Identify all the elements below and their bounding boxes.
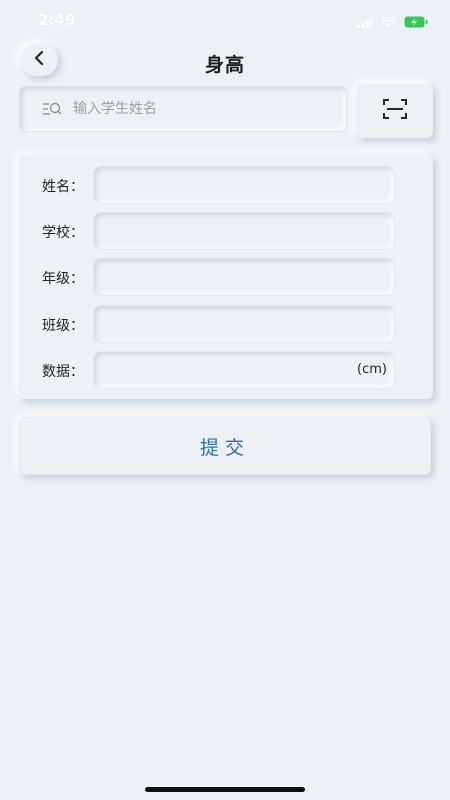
name-label: 姓名：	[42, 179, 84, 195]
grade-label: 年级：	[42, 271, 84, 287]
name-field[interactable]	[93, 166, 395, 204]
status-bar: 2:49	[0, 0, 450, 40]
grade-field[interactable]	[93, 258, 395, 296]
class-field[interactable]	[93, 305, 395, 343]
form-row-name: 姓名：	[19, 166, 433, 204]
home-indicator	[145, 787, 305, 792]
school-field[interactable]	[93, 212, 395, 250]
status-icons	[357, 13, 428, 32]
search-box[interactable]	[19, 86, 347, 132]
height-data-field[interactable]	[93, 351, 395, 389]
scan-button[interactable]	[357, 84, 433, 138]
wifi-icon	[380, 13, 397, 32]
form-row-class: 班级：	[19, 305, 433, 343]
unit-label: (cm)	[357, 362, 387, 377]
page-title: 身高	[204, 54, 245, 76]
data-label: 数据：	[42, 364, 84, 380]
submit-button[interactable]: 提交	[19, 417, 431, 475]
search-input[interactable]	[71, 100, 315, 118]
form-row-grade: 年级：	[19, 258, 433, 296]
status-time: 2:49	[38, 11, 76, 29]
form-row-data: 数据： (cm)	[19, 351, 433, 389]
search-list-icon	[42, 101, 62, 117]
battery-icon	[404, 13, 428, 32]
form-row-school: 学校：	[19, 212, 433, 250]
student-form: 姓名： 学校： 年级： 班级： 数据： (cm)	[19, 155, 433, 399]
school-label: 学校：	[42, 225, 84, 241]
class-label: 班级：	[42, 318, 84, 334]
signal-icon	[357, 13, 373, 32]
scan-icon	[383, 99, 407, 123]
